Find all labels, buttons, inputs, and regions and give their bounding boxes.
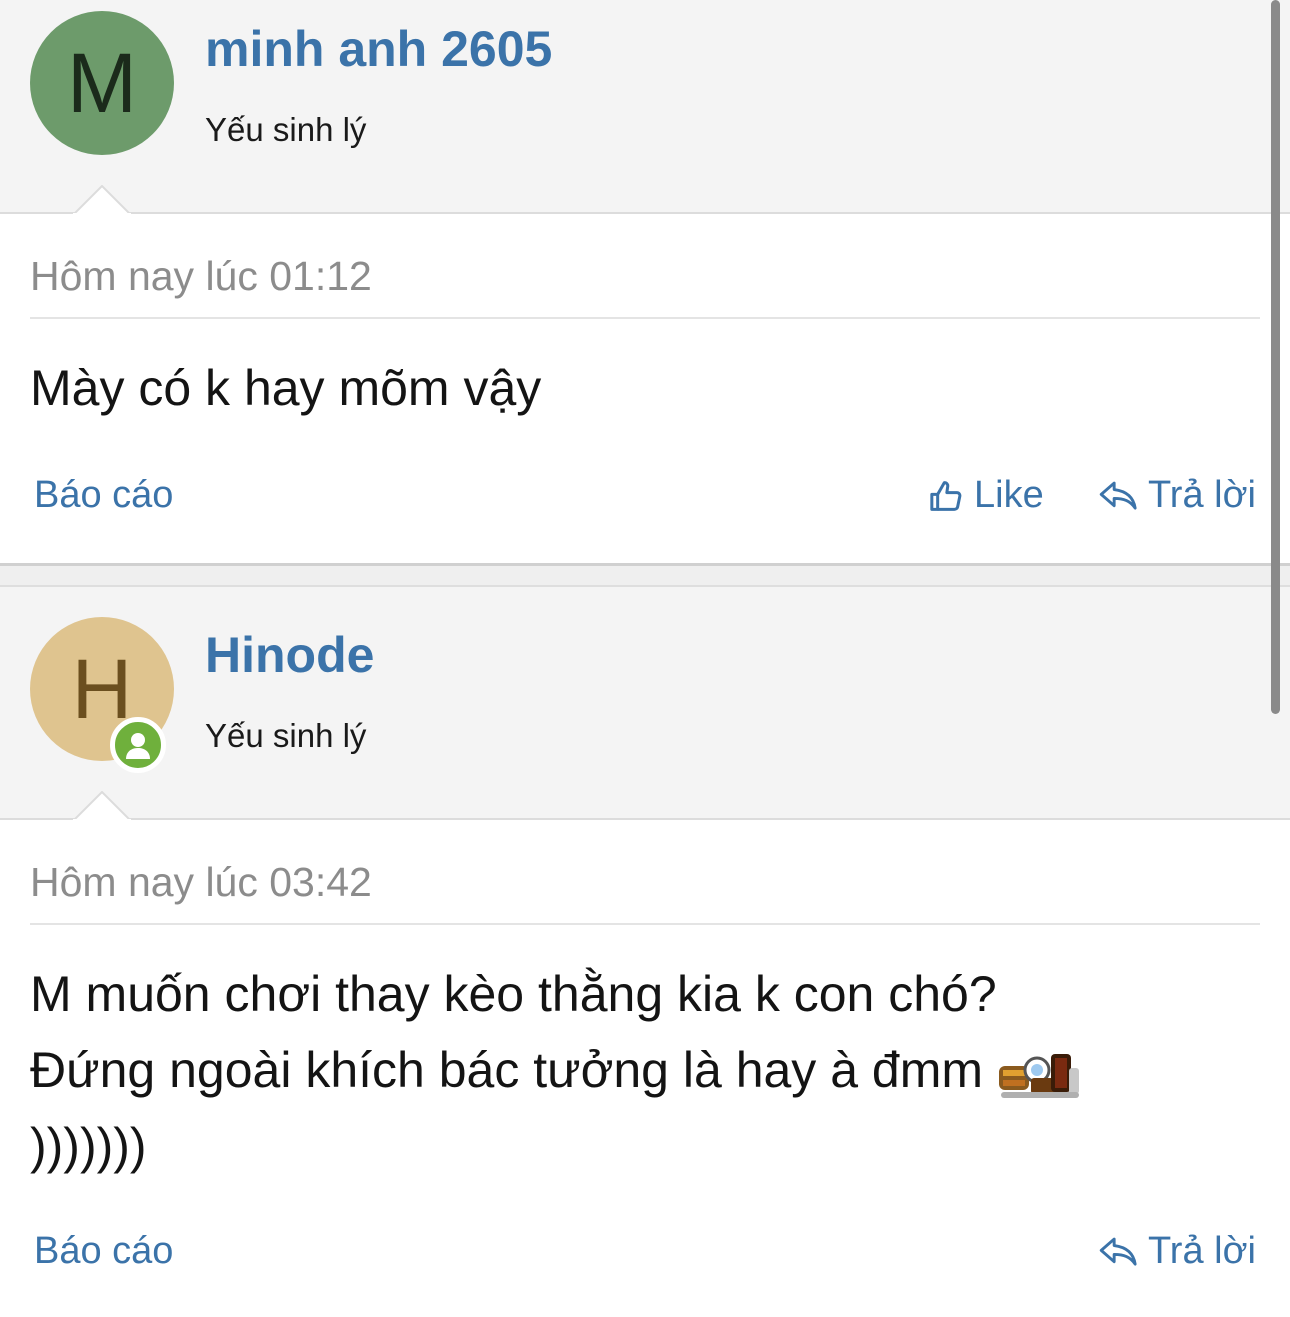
message-line: Đứng ngoài khích bác tưởng là hay à đmm (30, 1042, 984, 1098)
online-status-badge (110, 717, 166, 773)
message-line-with-emoji: Đứng ngoài khích bác tưởng là hay à đmm (30, 1032, 1250, 1108)
pixel-emoji-icon (999, 1053, 1080, 1098)
reply-icon (1099, 1237, 1137, 1266)
post-1: M minh anh 2605 Yếu sinh lý Hôm nay lúc … (0, 0, 1290, 565)
reply-icon (1099, 481, 1137, 510)
divider (30, 317, 1260, 319)
divider (30, 923, 1260, 925)
post-timestamp[interactable]: Hôm nay lúc 01:12 (30, 253, 372, 300)
reply-button[interactable]: Trả lời (1098, 1230, 1256, 1273)
pointer-arrow (73, 185, 131, 215)
report-button[interactable]: Báo cáo (34, 474, 173, 517)
user-title: Yếu sinh lý (205, 111, 367, 148)
report-button[interactable]: Báo cáo (34, 1230, 173, 1273)
thumbs-up-icon (930, 480, 962, 511)
like-label: Like (974, 474, 1044, 516)
avatar[interactable]: M (30, 11, 174, 155)
reply-label: Trả lời (1148, 474, 1256, 516)
username[interactable]: minh anh 2605 (205, 20, 552, 78)
report-label: Báo cáo (34, 474, 174, 516)
post-separator (0, 563, 1290, 587)
post-1-header: M minh anh 2605 Yếu sinh lý (0, 0, 1290, 214)
online-user-icon (126, 733, 150, 759)
post-timestamp[interactable]: Hôm nay lúc 03:42 (30, 859, 372, 906)
post-2: H Hinode Yếu sinh lý Hôm nay lúc 03:42 M… (0, 587, 1290, 1317)
scrollbar[interactable] (1271, 0, 1280, 714)
avatar-letter: H (71, 642, 133, 736)
message-body: M muốn chơi thay kèo thằng kia k con chó… (30, 956, 1250, 1184)
username[interactable]: Hinode (205, 626, 374, 684)
report-label: Báo cáo (34, 1230, 174, 1272)
avatar-letter: M (67, 36, 137, 130)
like-button[interactable]: Like (926, 474, 1044, 517)
user-title: Yếu sinh lý (205, 717, 367, 754)
message-line: M muốn chơi thay kèo thằng kia k con chó… (30, 966, 997, 1022)
reply-button[interactable]: Trả lời (1098, 474, 1256, 517)
message-line: ))))))) (30, 1118, 147, 1174)
pointer-arrow (73, 791, 131, 821)
post-2-header: H Hinode Yếu sinh lý (0, 587, 1290, 820)
message-text: Mày có k hay mõm vậy (30, 360, 542, 416)
reply-label: Trả lời (1148, 1230, 1256, 1272)
message-body: Mày có k hay mõm vậy (30, 350, 1250, 426)
